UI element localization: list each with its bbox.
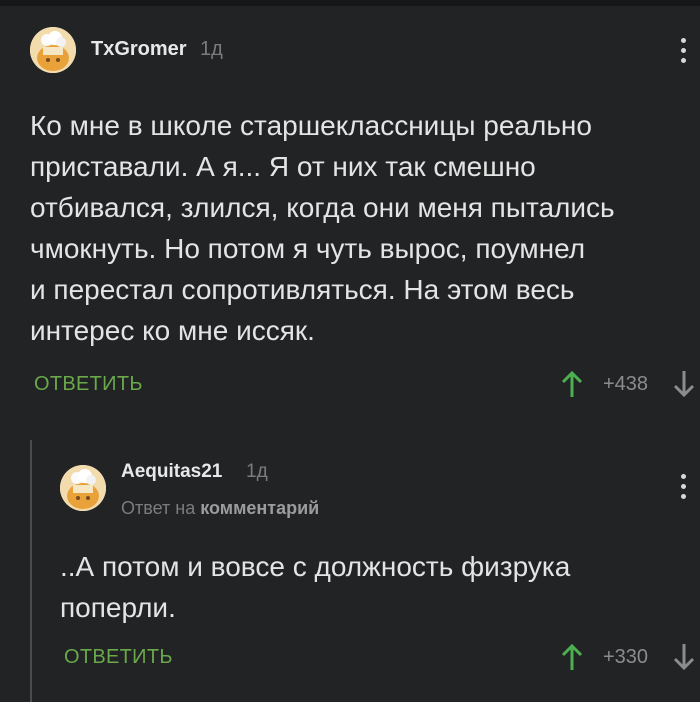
reply-to-link[interactable]: комментарий [200,498,319,518]
more-vertical-icon[interactable] [681,474,687,504]
comment-time: 1д [246,461,268,482]
comment-text-line: отбивался, злился, когда они меня пытали… [30,192,615,223]
reply-to-line: Ответ на комментарий [121,498,319,519]
comment-text-line: и перестал сопротивляться. На этом весь [30,274,575,305]
reply-button[interactable]: ОТВЕТИТЬ [64,646,173,669]
arrow-up-icon[interactable] [560,642,584,677]
arrow-up-icon[interactable] [560,369,584,404]
comment-text-line: Ко мне в школе старшеклассницы реально [30,110,592,141]
arrow-down-icon[interactable] [672,369,696,404]
avatar[interactable] [60,465,106,511]
rating-value: +438 [603,373,649,395]
reply-to-prefix: Ответ на [121,498,196,518]
comment-time: 1д [200,38,223,60]
comment-text: ..А потом и вовсе с должность физрука по… [60,546,570,628]
comment-author[interactable]: TxGromer [91,38,187,61]
thread-line[interactable] [30,440,32,702]
comment-text-line: ..А потом и вовсе с должность физрука [60,551,571,582]
avatar[interactable] [30,27,76,73]
comment-text-line: интерес ко мне иссяк. [30,315,315,346]
reply-button[interactable]: ОТВЕТИТЬ [34,373,143,396]
comment-author[interactable]: Aequitas21 [121,461,222,483]
comment-text-line: поперли. [60,592,176,623]
comment-text-line: приставали. А я... Я от них так смешно [30,151,536,182]
more-vertical-icon[interactable] [681,38,687,68]
rating-value: +330 [603,646,649,668]
arrow-down-icon[interactable] [672,642,696,677]
top-bar [0,0,700,6]
comment-text-line: чмокнуть. Но потом я чуть вырос, поумнел [30,233,586,264]
comment-text: Ко мне в школе старшеклассницы реально п… [30,105,615,351]
